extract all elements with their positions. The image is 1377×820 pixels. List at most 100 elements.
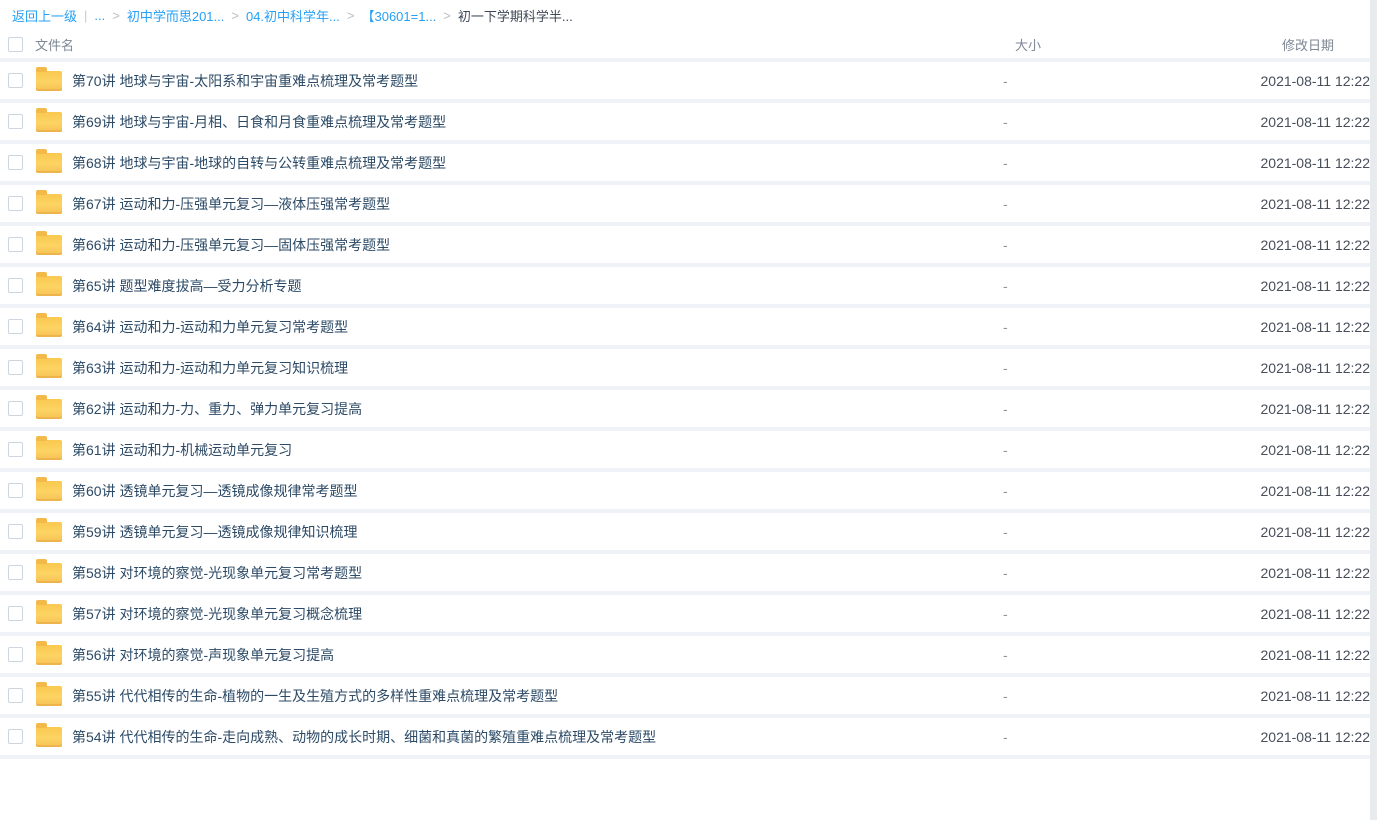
breadcrumb-link[interactable]: 初中学而思201... [127, 6, 225, 25]
file-name-link[interactable]: 第68讲 地球与宇宙-地球的自转与公转重难点梳理及常考题型 [72, 153, 446, 173]
folder-icon[interactable] [36, 604, 62, 624]
folder-icon[interactable] [36, 440, 62, 460]
breadcrumb-link[interactable]: 04.初中科学年... [246, 6, 340, 25]
row-checkbox[interactable] [8, 729, 23, 744]
breadcrumb-links: ... > 初中学而思201... > 04.初中科学年... > 【30601… [94, 6, 457, 25]
select-all-checkbox[interactable] [8, 37, 23, 52]
folder-icon[interactable] [36, 71, 62, 91]
table-row: 第69讲 地球与宇宙-月相、日食和月食重难点梳理及常考题型 - 2021-08-… [0, 103, 1370, 144]
file-size: - [1003, 606, 1210, 622]
row-checkbox[interactable] [8, 114, 23, 129]
file-name-link[interactable]: 第63讲 运动和力-运动和力单元复习知识梳理 [72, 358, 348, 378]
file-name-link[interactable]: 第54讲 代代相传的生命-走向成熟、动物的成长时期、细菌和真菌的繁殖重难点梳理及… [72, 727, 656, 747]
file-size: - [1003, 278, 1210, 294]
table-header: 文件名 大小 修改日期 [0, 31, 1370, 62]
row-checkbox[interactable] [8, 647, 23, 662]
folder-icon[interactable] [36, 194, 62, 214]
file-name-link[interactable]: 第69讲 地球与宇宙-月相、日食和月食重难点梳理及常考题型 [72, 112, 446, 132]
file-name-link[interactable]: 第58讲 对环境的察觉-光现象单元复习常考题型 [72, 563, 362, 583]
file-size: - [1003, 319, 1210, 335]
breadcrumb-back-link[interactable]: 返回上一级 [12, 6, 77, 25]
column-header-name: 文件名 [35, 35, 74, 54]
file-modified-date: 2021-08-11 12:22 [1210, 729, 1370, 745]
row-checkbox[interactable] [8, 565, 23, 580]
file-name-link[interactable]: 第57讲 对环境的察觉-光现象单元复习概念梳理 [72, 604, 362, 624]
folder-icon[interactable] [36, 522, 62, 542]
row-checkbox[interactable] [8, 688, 23, 703]
row-checkbox[interactable] [8, 401, 23, 416]
file-name-link[interactable]: 第67讲 运动和力-压强单元复习—液体压强常考题型 [72, 194, 390, 214]
row-checkbox[interactable] [8, 155, 23, 170]
folder-icon[interactable] [36, 399, 62, 419]
table-row: 第61讲 运动和力-机械运动单元复习 - 2021-08-11 12:22 [0, 431, 1370, 472]
file-modified-date: 2021-08-11 12:22 [1210, 688, 1370, 704]
file-modified-date: 2021-08-11 12:22 [1210, 647, 1370, 663]
file-name-link[interactable]: 第70讲 地球与宇宙-太阳系和宇宙重难点梳理及常考题型 [72, 71, 418, 91]
file-size: - [1003, 401, 1210, 417]
file-size: - [1003, 237, 1210, 253]
file-size: - [1003, 442, 1210, 458]
file-size: - [1003, 565, 1210, 581]
file-name-link[interactable]: 第56讲 对环境的察觉-声现象单元复习提高 [72, 645, 334, 665]
row-checkbox[interactable] [8, 606, 23, 621]
file-modified-date: 2021-08-11 12:22 [1210, 360, 1370, 376]
file-modified-date: 2021-08-11 12:22 [1210, 73, 1370, 89]
breadcrumb-link[interactable]: 【30601=1... [361, 6, 436, 25]
folder-icon[interactable] [36, 686, 62, 706]
row-checkbox[interactable] [8, 524, 23, 539]
table-row: 第60讲 透镜单元复习—透镜成像规律常考题型 - 2021-08-11 12:2… [0, 472, 1370, 513]
file-name-link[interactable]: 第65讲 题型难度拔高—受力分析专题 [72, 276, 301, 296]
row-checkbox[interactable] [8, 483, 23, 498]
file-modified-date: 2021-08-11 12:22 [1210, 483, 1370, 499]
file-size: - [1003, 155, 1210, 171]
file-modified-date: 2021-08-11 12:22 [1210, 278, 1370, 294]
file-size: - [1003, 73, 1210, 89]
file-list: 第70讲 地球与宇宙-太阳系和宇宙重难点梳理及常考题型 - 2021-08-11… [0, 62, 1370, 759]
row-checkbox[interactable] [8, 196, 23, 211]
row-checkbox[interactable] [8, 237, 23, 252]
table-row: 第58讲 对环境的察觉-光现象单元复习常考题型 - 2021-08-11 12:… [0, 554, 1370, 595]
file-size: - [1003, 647, 1210, 663]
folder-icon[interactable] [36, 276, 62, 296]
file-modified-date: 2021-08-11 12:22 [1210, 114, 1370, 130]
row-checkbox[interactable] [8, 442, 23, 457]
breadcrumb-link[interactable]: ... [94, 8, 105, 23]
file-modified-date: 2021-08-11 12:22 [1210, 237, 1370, 253]
breadcrumb-separator: > [443, 8, 451, 23]
file-modified-date: 2021-08-11 12:22 [1210, 196, 1370, 212]
row-checkbox[interactable] [8, 73, 23, 88]
folder-icon[interactable] [36, 645, 62, 665]
folder-icon[interactable] [36, 358, 62, 378]
row-checkbox[interactable] [8, 319, 23, 334]
file-modified-date: 2021-08-11 12:22 [1210, 606, 1370, 622]
row-checkbox[interactable] [8, 360, 23, 375]
folder-icon[interactable] [36, 235, 62, 255]
breadcrumb-separator: > [347, 8, 355, 23]
file-size: - [1003, 483, 1210, 499]
folder-icon[interactable] [36, 481, 62, 501]
table-row: 第57讲 对环境的察觉-光现象单元复习概念梳理 - 2021-08-11 12:… [0, 595, 1370, 636]
file-size: - [1003, 196, 1210, 212]
file-size: - [1003, 688, 1210, 704]
folder-icon[interactable] [36, 153, 62, 173]
file-name-link[interactable]: 第62讲 运动和力-力、重力、弹力单元复习提高 [72, 399, 362, 419]
table-row: 第62讲 运动和力-力、重力、弹力单元复习提高 - 2021-08-11 12:… [0, 390, 1370, 431]
table-row: 第70讲 地球与宇宙-太阳系和宇宙重难点梳理及常考题型 - 2021-08-11… [0, 62, 1370, 103]
folder-icon[interactable] [36, 727, 62, 747]
file-size: - [1003, 114, 1210, 130]
file-name-link[interactable]: 第59讲 透镜单元复习—透镜成像规律知识梳理 [72, 522, 357, 542]
file-name-link[interactable]: 第55讲 代代相传的生命-植物的一生及生殖方式的多样性重难点梳理及常考题型 [72, 686, 558, 706]
folder-icon[interactable] [36, 317, 62, 337]
file-name-link[interactable]: 第60讲 透镜单元复习—透镜成像规律常考题型 [72, 481, 357, 501]
folder-icon[interactable] [36, 112, 62, 132]
vertical-scrollbar[interactable] [1370, 0, 1377, 820]
file-name-link[interactable]: 第66讲 运动和力-压强单元复习—固体压强常考题型 [72, 235, 390, 255]
file-modified-date: 2021-08-11 12:22 [1210, 319, 1370, 335]
folder-icon[interactable] [36, 563, 62, 583]
file-name-link[interactable]: 第61讲 运动和力-机械运动单元复习 [72, 440, 292, 460]
row-checkbox[interactable] [8, 278, 23, 293]
table-row: 第56讲 对环境的察觉-声现象单元复习提高 - 2021-08-11 12:22 [0, 636, 1370, 677]
breadcrumb: 返回上一级 | ... > 初中学而思201... > 04.初中科学年... … [0, 0, 1370, 31]
file-name-link[interactable]: 第64讲 运动和力-运动和力单元复习常考题型 [72, 317, 348, 337]
file-modified-date: 2021-08-11 12:22 [1210, 155, 1370, 171]
